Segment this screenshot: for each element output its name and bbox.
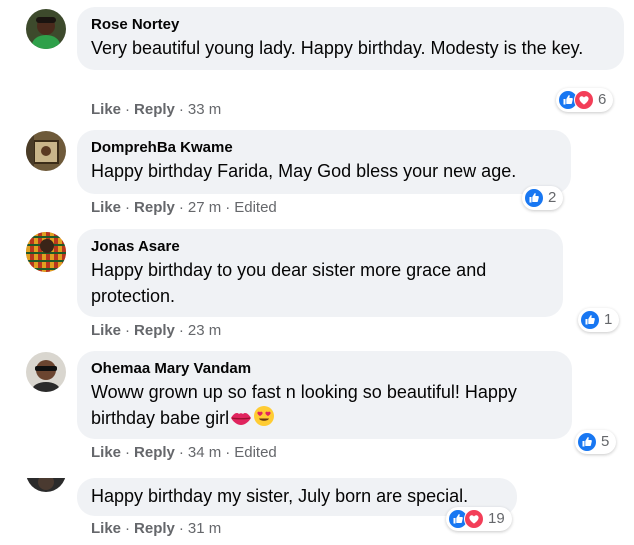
reply-link[interactable]: Reply [134, 520, 175, 537]
comment-bubble: Rose Nortey Very beautiful young lady. H… [77, 7, 624, 70]
comment-text: Happy birthday my sister, July born are … [91, 486, 469, 506]
comment-actions: Like · Reply · 31 m [91, 520, 221, 538]
comment-author[interactable]: Ohemaa Mary Vandam [91, 359, 558, 379]
reaction-count: 5 [601, 433, 610, 450]
separator-dot: · [178, 444, 184, 461]
avatar[interactable] [26, 232, 66, 272]
separator-dot: · [178, 520, 184, 537]
separator-dot: · [178, 322, 184, 339]
comment-text: Woww grown up so fast n looking so beaut… [91, 379, 558, 434]
love-icon [464, 509, 484, 529]
like-icon [577, 432, 597, 452]
reply-link[interactable]: Reply [134, 444, 175, 461]
reaction-count: 1 [604, 311, 613, 328]
comment-actions: Like · Reply · 33 m [91, 101, 221, 119]
avatar-image [26, 9, 66, 49]
avatar[interactable] [26, 9, 66, 49]
separator-dot: · [125, 101, 131, 118]
love-icon [574, 90, 594, 110]
reply-link[interactable]: Reply [134, 322, 175, 339]
comment-text: Happy birthday Farida, May God bless you… [91, 161, 517, 181]
comment-bubble: Ohemaa Mary Vandam Woww grown up so fast… [77, 351, 572, 439]
comment-time[interactable]: 23 m [188, 322, 221, 339]
reply-link[interactable]: Reply [134, 101, 175, 118]
separator-dot: · [125, 322, 131, 339]
reaction-summary[interactable]: 6 [556, 88, 614, 112]
reaction-summary[interactable]: 19 [446, 507, 512, 531]
separator-dot: · [178, 199, 184, 216]
lips-emoji [230, 408, 252, 434]
like-link[interactable]: Like [91, 322, 121, 339]
comment-actions: Like · Reply · 34 m · Edited [91, 444, 277, 462]
comment-time[interactable]: 34 m [188, 444, 221, 461]
comment-time[interactable]: 31 m [188, 520, 221, 537]
comment-bubble: Jonas Asare Happy birthday to you dear s… [77, 229, 563, 317]
comment-time[interactable]: 27 m [188, 199, 221, 216]
avatar-image [26, 232, 66, 272]
heart-eyes-emoji [253, 405, 275, 434]
avatar[interactable] [26, 478, 66, 492]
edited-label: Edited [234, 199, 277, 216]
comment-author[interactable]: Jonas Asare [91, 237, 549, 257]
separator-dot: · [178, 101, 184, 118]
comment-author[interactable]: Rose Nortey [91, 15, 610, 35]
reaction-summary[interactable]: 5 [575, 430, 617, 454]
avatar-image [26, 352, 66, 392]
separator-dot: · [125, 444, 131, 461]
comment-text-content: Woww grown up so fast n looking so beaut… [91, 382, 517, 428]
like-link[interactable]: Like [91, 101, 121, 118]
avatar-image [26, 478, 66, 492]
avatar[interactable] [26, 131, 66, 171]
separator-dot: · [225, 199, 231, 216]
reaction-count: 19 [488, 510, 505, 527]
comment-actions: Like · Reply · 27 m · Edited [91, 199, 277, 217]
comment-time[interactable]: 33 m [188, 101, 221, 118]
reaction-summary[interactable]: 1 [578, 308, 620, 332]
reaction-count: 2 [548, 189, 557, 206]
comment-bubble: DomprehBa Kwame Happy birthday Farida, M… [77, 130, 571, 194]
avatar-image [26, 131, 66, 171]
edited-label: Edited [234, 444, 277, 461]
reaction-summary[interactable]: 2 [522, 186, 564, 210]
avatar[interactable] [26, 352, 66, 392]
separator-dot: · [225, 444, 231, 461]
comment-text: Very beautiful young lady. Happy birthda… [91, 38, 584, 58]
separator-dot: · [125, 199, 131, 216]
comment-actions: Like · Reply · 23 m [91, 322, 221, 340]
like-icon [580, 310, 600, 330]
comment-author[interactable]: DomprehBa Kwame [91, 138, 557, 158]
separator-dot: · [125, 520, 131, 537]
like-link[interactable]: Like [91, 520, 121, 537]
reply-link[interactable]: Reply [134, 199, 175, 216]
comment-text: Happy birthday to you dear sister more g… [91, 260, 487, 306]
like-link[interactable]: Like [91, 199, 121, 216]
like-link[interactable]: Like [91, 444, 121, 461]
reaction-count: 6 [598, 91, 607, 108]
like-icon [524, 188, 544, 208]
